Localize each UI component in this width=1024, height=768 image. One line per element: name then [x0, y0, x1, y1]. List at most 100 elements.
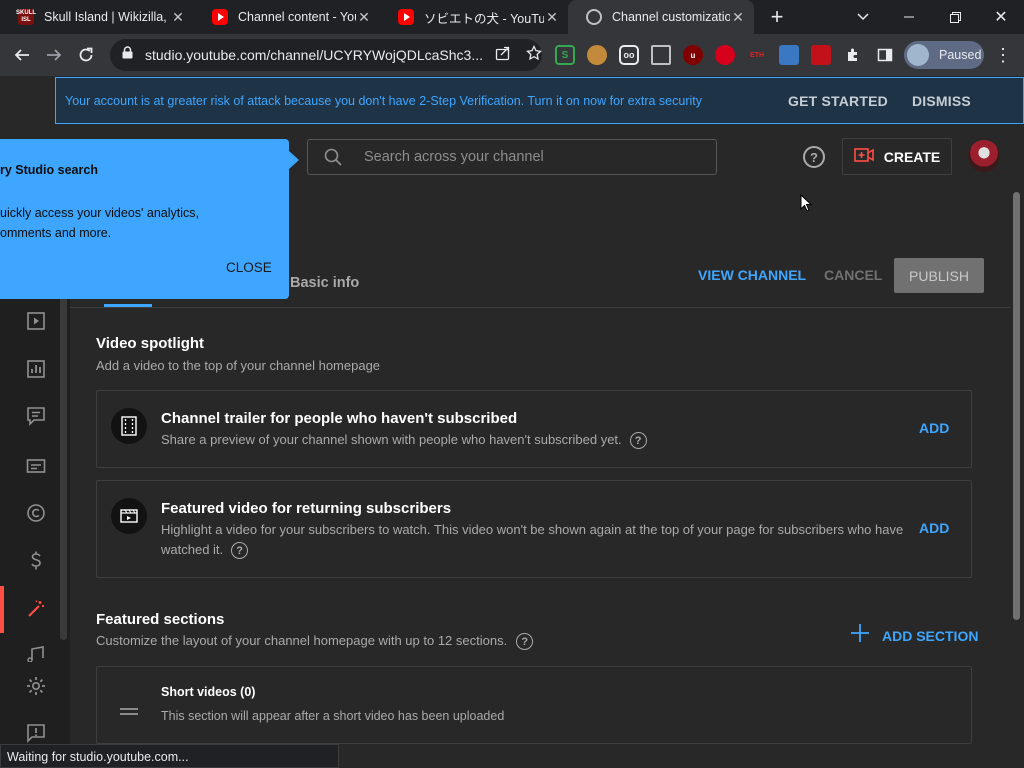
share-icon[interactable] — [495, 45, 511, 66]
create-video-icon — [853, 148, 874, 165]
add-featured-video-button[interactable]: ADD — [919, 520, 949, 536]
drag-handle-icon[interactable] — [120, 702, 138, 720]
security-banner: Your account is at greater risk of attac… — [55, 77, 1024, 124]
tooltip-title: ry Studio search — [0, 163, 98, 177]
add-trailer-button[interactable]: ADD — [919, 420, 949, 436]
analytics-icon[interactable] — [24, 357, 48, 381]
youtube-icon — [212, 9, 228, 25]
card-description: Share a preview of your channel shown wi… — [161, 430, 647, 450]
help-icon[interactable]: ? — [803, 146, 825, 168]
tab-search-icon[interactable] — [840, 0, 886, 34]
s-extension-icon[interactable]: S — [555, 45, 575, 65]
create-label: CREATE — [883, 148, 941, 165]
section-subheading-text: Customize the layout of your channel hom… — [96, 633, 508, 648]
red-heart-icon[interactable] — [811, 45, 831, 65]
url-text[interactable]: studio.youtube.com/channel/UCYRYWojQDLca… — [145, 47, 485, 63]
banner-message: Your account is at greater risk of attac… — [65, 93, 702, 108]
window-icon[interactable] — [651, 45, 671, 65]
menu-kebab-icon[interactable]: ⋮ — [987, 34, 1019, 76]
help-icon[interactable]: ? — [516, 633, 534, 651]
channel-trailer-card — [96, 390, 972, 468]
cookie-icon[interactable] — [587, 45, 607, 65]
lock-icon[interactable] — [122, 46, 133, 64]
close-icon[interactable]: ✕ — [730, 9, 746, 26]
settings-gear-icon[interactable] — [24, 674, 48, 698]
get-started-button[interactable]: GET STARTED — [788, 93, 888, 109]
cancel-button[interactable]: CANCEL — [824, 267, 882, 283]
browser-tab[interactable]: Channel content - YouT ✕ — [194, 0, 380, 34]
tooltip-close-button[interactable]: CLOSE — [226, 260, 272, 275]
view-channel-button[interactable]: VIEW CHANNEL — [698, 267, 806, 283]
mouse-cursor-icon — [800, 193, 813, 217]
content-icon[interactable] — [24, 309, 48, 333]
featured-video-icon — [111, 498, 147, 534]
card-description-text: Share a preview of your channel shown wi… — [161, 432, 622, 447]
ublock-icon[interactable]: u — [683, 45, 703, 65]
search-placeholder: Search across your channel — [364, 149, 544, 165]
restore-icon[interactable] — [932, 0, 978, 34]
card-title: Channel trailer for people who haven't s… — [161, 410, 518, 427]
subtitles-icon[interactable] — [24, 454, 48, 478]
bookmark-star-icon[interactable] — [526, 44, 542, 66]
create-button[interactable]: CREATE — [842, 138, 952, 175]
red-circle-icon[interactable] — [715, 45, 735, 65]
close-window-icon[interactable]: ✕ — [978, 0, 1024, 34]
new-tab-button[interactable]: + — [756, 0, 798, 34]
search-input[interactable]: Search across your channel — [307, 139, 717, 175]
film-strip-icon — [111, 408, 147, 444]
card-description-line: Highlight a video for your subscribers t… — [161, 522, 904, 537]
browser-tab-active[interactable]: Channel customization ✕ — [568, 0, 754, 34]
tooltip-body-line: omments and more. — [0, 226, 112, 240]
dismiss-button[interactable]: DISMISS — [912, 93, 971, 109]
publish-button[interactable]: PUBLISH — [894, 258, 984, 293]
section-subheading: Customize the layout of your channel hom… — [96, 633, 534, 651]
profile-button[interactable]: Paused — [904, 41, 984, 69]
close-icon[interactable]: ✕ — [356, 9, 372, 26]
sidebar-scrollbar[interactable] — [60, 296, 67, 640]
back-icon[interactable] — [6, 34, 38, 76]
robot-icon[interactable]: oo — [619, 45, 639, 65]
globe-icon — [586, 9, 602, 25]
address-bar[interactable]: studio.youtube.com/channel/UCYRYWojQDLca… — [110, 39, 542, 71]
add-section-button[interactable]: ADD SECTION — [850, 623, 978, 648]
tab-title: ソビエトの犬 - YouTube — [424, 11, 544, 26]
close-icon[interactable]: ✕ — [544, 9, 560, 26]
section-subheading: Add a video to the top of your channel h… — [96, 358, 381, 373]
browser-tab[interactable]: SKULL ISL Skull Island | Wikizilla, t ✕ — [0, 0, 194, 34]
studio-search-tooltip: ry Studio search uickly access your vide… — [0, 139, 299, 299]
help-icon[interactable]: ? — [231, 542, 249, 560]
browser-tab[interactable]: ソビエトの犬 - YouTube ✕ — [380, 0, 568, 34]
copyright-icon[interactable] — [24, 501, 48, 525]
feedback-icon[interactable] — [24, 721, 48, 745]
tab-basic-info[interactable]: Basic info — [290, 275, 359, 291]
card-description: Highlight a video for your subscribers t… — [161, 520, 911, 560]
card-description-line: watched it. — [161, 542, 224, 557]
reload-icon[interactable] — [70, 34, 102, 76]
help-icon[interactable]: ? — [629, 432, 647, 450]
wikizilla-icon: SKULL ISL — [16, 9, 36, 25]
section-card-short-videos — [96, 666, 972, 744]
earn-dollar-icon[interactable] — [24, 549, 48, 573]
customization-wand-icon[interactable] — [24, 597, 48, 621]
close-icon[interactable]: ✕ — [170, 9, 186, 26]
sidepanel-icon[interactable] — [875, 45, 895, 65]
tab-title: Channel content - YouT — [238, 10, 356, 24]
forward-icon[interactable] — [38, 34, 70, 76]
tab-title: Skull Island | Wikizilla, t — [44, 10, 170, 24]
page-scrollbar[interactable] — [1013, 192, 1020, 620]
tab-title: Channel customization — [612, 10, 730, 24]
tooltip-body: uickly access your videos' analytics, om… — [0, 203, 199, 243]
section-title: Short videos (0) — [161, 685, 256, 699]
plus-icon — [850, 623, 870, 648]
account-avatar[interactable] — [968, 140, 1000, 172]
tooltip-body-line: uickly access your videos' analytics, — [0, 206, 199, 220]
section-description: This section will appear after a short v… — [161, 709, 505, 723]
profile-status: Paused — [939, 48, 982, 62]
minimize-icon[interactable] — [886, 0, 932, 34]
red-text-icon[interactable]: ETH — [747, 45, 767, 65]
section-heading: Featured sections — [96, 611, 225, 628]
blue-square-icon[interactable] — [779, 45, 799, 65]
puzzle-icon[interactable] — [843, 45, 863, 65]
audio-library-icon[interactable] — [24, 644, 48, 662]
comments-icon[interactable] — [24, 404, 48, 428]
